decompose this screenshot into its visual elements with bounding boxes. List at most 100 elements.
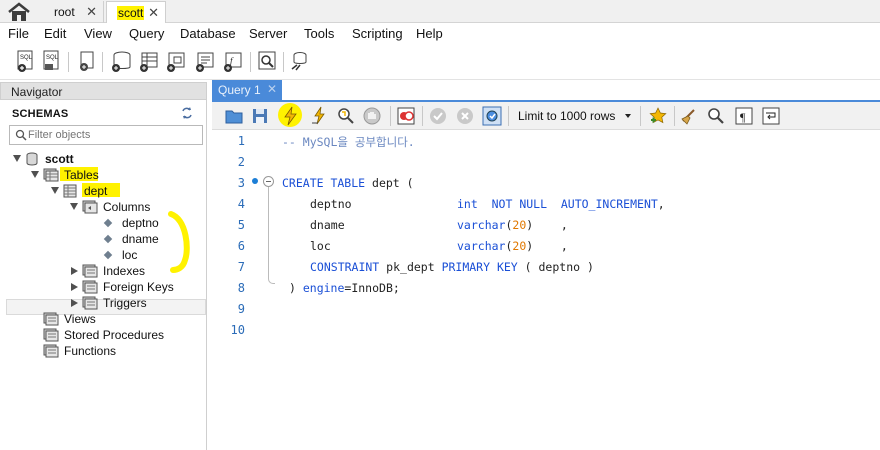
toolbar-separator bbox=[640, 106, 641, 126]
toolbar-separator bbox=[508, 106, 509, 126]
stored-procedures-folder-icon bbox=[43, 328, 59, 342]
indexes-label: Indexes bbox=[103, 264, 146, 278]
tree-views[interactable]: Views bbox=[0, 311, 200, 327]
tree-tables[interactable]: Tables bbox=[0, 167, 200, 183]
close-icon[interactable]: ✕ bbox=[148, 2, 159, 24]
fold-line bbox=[268, 187, 269, 278]
chevron-down-icon bbox=[625, 114, 631, 118]
execute-current-statement-icon[interactable] bbox=[310, 106, 330, 126]
sql-text: ) bbox=[289, 281, 303, 295]
connection-tab-label: scott bbox=[117, 6, 145, 20]
tree-functions[interactable]: Functions bbox=[0, 343, 200, 359]
home-icon[interactable] bbox=[6, 2, 36, 22]
sql-keyword: engine bbox=[302, 281, 345, 295]
collapse-arrow-icon[interactable] bbox=[71, 299, 78, 307]
menu-query[interactable]: Query bbox=[129, 26, 164, 41]
collapse-arrow-icon[interactable] bbox=[71, 267, 78, 275]
query-tab[interactable]: Query 1 ✕ bbox=[212, 80, 282, 101]
code-line-6-type: varchar(20) , bbox=[457, 239, 568, 253]
tree-stored-procedures[interactable]: Stored Procedures bbox=[0, 327, 200, 343]
navigator-panel: SCHEMAS scott Tables dept bbox=[0, 100, 207, 450]
expand-arrow-icon[interactable] bbox=[31, 171, 39, 178]
tree-indexes[interactable]: Indexes bbox=[0, 263, 200, 279]
search-table-data-icon[interactable] bbox=[256, 49, 278, 73]
reconnect-icon[interactable] bbox=[288, 49, 310, 73]
column-definition-name: deptno bbox=[310, 197, 352, 211]
collapse-arrow-icon[interactable] bbox=[71, 283, 78, 291]
close-icon[interactable]: ✕ bbox=[86, 1, 97, 23]
filter-objects-input[interactable] bbox=[28, 127, 198, 143]
new-sql-tab-icon[interactable]: SQL bbox=[15, 49, 37, 73]
toolbar-separator bbox=[250, 52, 251, 72]
tree-schema-scott[interactable]: scott bbox=[0, 151, 200, 167]
line-number: 2 bbox=[237, 155, 245, 169]
sql-keyword: NOT NULL AUTO_INCREMENT bbox=[477, 197, 658, 211]
svg-text:¶: ¶ bbox=[740, 110, 746, 124]
refresh-icon[interactable] bbox=[180, 106, 194, 120]
line-number: 1 bbox=[237, 134, 245, 148]
line-number: 7 bbox=[237, 260, 245, 274]
create-procedure-icon[interactable] bbox=[194, 49, 216, 73]
line-number: 8 bbox=[237, 281, 245, 295]
search-icon bbox=[15, 129, 29, 143]
sql-type: varchar bbox=[457, 218, 506, 232]
filter-objects-field[interactable] bbox=[9, 125, 203, 145]
code-line-8: ) engine=InnoDB; bbox=[289, 281, 400, 295]
tree-triggers[interactable]: Triggers bbox=[0, 295, 200, 311]
stop-hand-icon[interactable] bbox=[362, 106, 382, 126]
add-snippet-star-icon[interactable] bbox=[648, 106, 668, 126]
sql-text: , bbox=[657, 197, 665, 211]
create-view-icon[interactable] bbox=[165, 49, 187, 73]
menu-view[interactable]: View bbox=[84, 26, 112, 41]
sql-editor[interactable]: 1 2 3 4 5 6 7 8 9 10 -- MySQL을 공부합니다. CR… bbox=[212, 130, 880, 450]
create-function-icon[interactable]: f bbox=[222, 49, 244, 73]
sql-text: =InnoDB; bbox=[344, 281, 400, 295]
menu-database[interactable]: Database bbox=[180, 26, 236, 41]
find-magnifier-icon[interactable] bbox=[706, 106, 726, 126]
connection-tab-root[interactable]: root ✕ bbox=[44, 1, 104, 23]
menu-tools[interactable]: Tools bbox=[304, 26, 334, 41]
inspector-icon[interactable] bbox=[76, 49, 98, 73]
expand-arrow-icon[interactable] bbox=[70, 203, 78, 210]
code-line-1: -- MySQL을 공부합니다. bbox=[282, 135, 415, 149]
menu-file[interactable]: File bbox=[8, 26, 29, 41]
menu-scripting[interactable]: Scripting bbox=[352, 26, 403, 41]
connection-tab-scott[interactable]: scott ✕ bbox=[106, 1, 166, 23]
commit-icon[interactable] bbox=[428, 106, 448, 126]
create-schema-icon[interactable] bbox=[110, 49, 132, 73]
rollback-icon[interactable] bbox=[455, 106, 475, 126]
limit-rows-value: Limit to 1000 rows bbox=[518, 109, 616, 123]
save-icon[interactable] bbox=[250, 106, 270, 126]
tables-label: Tables bbox=[64, 168, 99, 182]
open-folder-icon[interactable] bbox=[224, 106, 244, 126]
foreign-keys-label: Foreign Keys bbox=[103, 280, 174, 294]
tree-foreign-keys[interactable]: Foreign Keys bbox=[0, 279, 200, 295]
schema-name: scott bbox=[45, 152, 74, 166]
create-table-icon[interactable] bbox=[138, 49, 160, 73]
line-number: 9 bbox=[237, 302, 245, 316]
beautify-broom-icon[interactable] bbox=[680, 106, 700, 126]
fold-toggle-icon[interactable] bbox=[263, 176, 274, 187]
limit-rows-select[interactable]: Limit to 1000 rows bbox=[512, 106, 636, 126]
code-line-3: CREATE TABLE dept ( bbox=[282, 176, 414, 190]
menu-server[interactable]: Server bbox=[249, 26, 287, 41]
invisible-characters-icon[interactable]: ¶ bbox=[734, 106, 754, 126]
close-icon[interactable]: ✕ bbox=[267, 82, 277, 96]
tree-table-dept[interactable]: dept bbox=[0, 183, 200, 199]
expand-arrow-icon[interactable] bbox=[13, 155, 21, 162]
explain-magnifier-icon[interactable] bbox=[336, 106, 356, 126]
execute-lightning-icon[interactable] bbox=[281, 106, 301, 126]
expand-arrow-icon[interactable] bbox=[51, 187, 59, 194]
menu-edit[interactable]: Edit bbox=[44, 26, 66, 41]
auto-commit-icon[interactable] bbox=[482, 106, 502, 126]
toggle-continue-on-error-icon[interactable] bbox=[396, 106, 416, 126]
columns-folder-icon bbox=[82, 200, 98, 214]
toolbar-separator bbox=[422, 106, 423, 126]
fold-end-marker bbox=[268, 278, 275, 284]
columns-label: Columns bbox=[103, 200, 151, 214]
column-diamond-icon bbox=[103, 250, 113, 260]
toolbar-separator bbox=[390, 106, 391, 126]
menu-help[interactable]: Help bbox=[416, 26, 443, 41]
wrap-lines-icon[interactable] bbox=[761, 106, 781, 126]
open-sql-script-icon[interactable]: SQL bbox=[41, 49, 63, 73]
